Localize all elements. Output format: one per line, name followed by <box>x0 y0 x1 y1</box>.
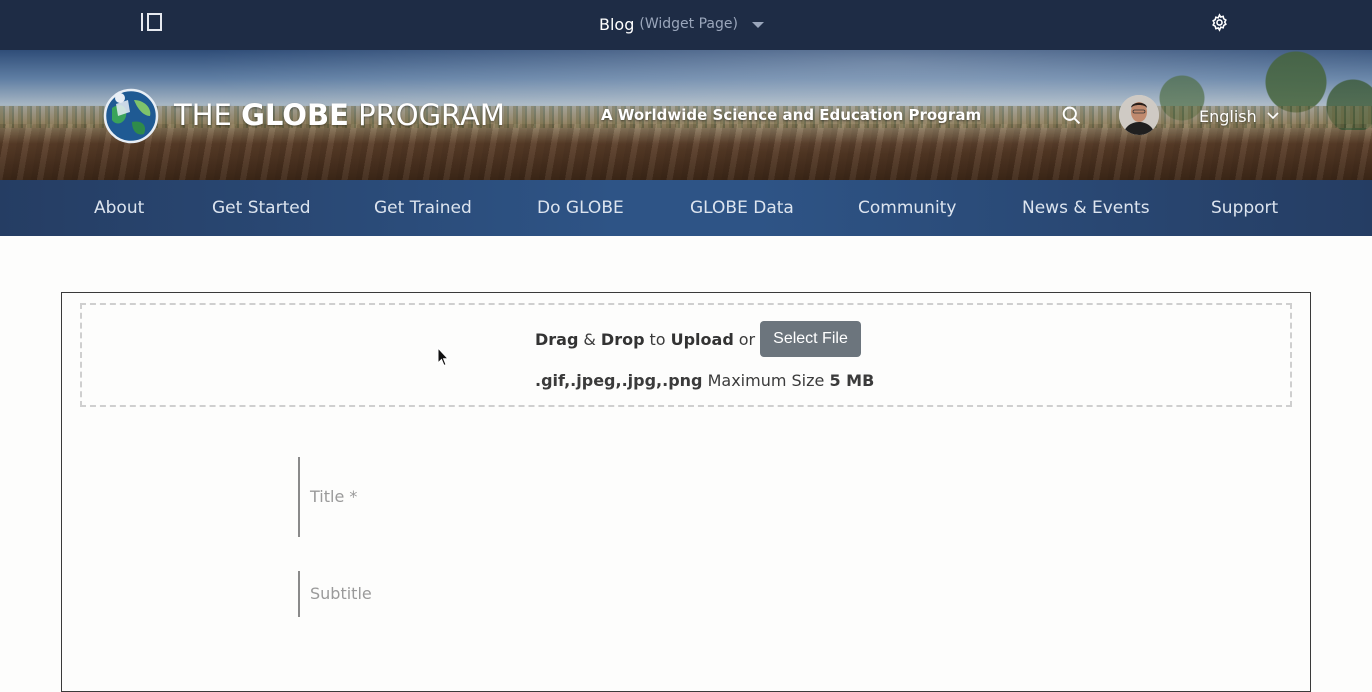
search-icon[interactable] <box>1061 105 1082 126</box>
nav-item-community[interactable]: Community <box>858 180 956 236</box>
blog-editor: Drag & Drop to Upload or Select File .gi… <box>61 292 1311 692</box>
brand-prefix: THE <box>174 98 242 132</box>
gear-icon[interactable] <box>1210 13 1229 32</box>
main-nav: About Get Started Get Trained Do GLOBE G… <box>0 180 1372 236</box>
nav-item-globe-data[interactable]: GLOBE Data <box>690 180 794 236</box>
file-constraints: .gif,.jpeg,.jpg,.png Maximum Size 5 MB <box>535 371 874 390</box>
page-title: Blog <box>599 14 635 34</box>
sidebar-toggle-icon[interactable] <box>141 13 163 31</box>
brand-bold: GLOBE <box>241 98 349 132</box>
chevron-down-icon <box>1267 112 1279 120</box>
image-dropzone[interactable]: Drag & Drop to Upload or Select File .gi… <box>80 303 1292 407</box>
control-bar: Blog (Widget Page) <box>0 0 1372 50</box>
language-label: English <box>1199 106 1257 126</box>
nav-item-support[interactable]: Support <box>1211 180 1278 236</box>
max-size-value: 5 MB <box>829 371 875 390</box>
drop-label: Drop <box>600 329 645 349</box>
user-avatar[interactable] <box>1119 95 1159 135</box>
language-selector[interactable]: English <box>1199 105 1279 127</box>
nav-item-about[interactable]: About <box>94 180 144 236</box>
subtitle-input[interactable]: Subtitle <box>298 571 1198 617</box>
max-size-label: Maximum Size <box>707 371 825 390</box>
drag-label: Drag <box>535 329 579 349</box>
page-type-label: (Widget Page) <box>639 16 738 32</box>
subtitle-placeholder: Subtitle <box>310 584 372 603</box>
title-placeholder: Title * <box>310 487 358 506</box>
dropzone-instructions: Drag & Drop to Upload or Select File <box>535 321 861 357</box>
or-label: or <box>738 329 756 349</box>
amp-label: & <box>583 329 596 349</box>
allowed-formats: .gif,.jpeg,.jpg,.png <box>535 371 703 390</box>
nav-item-do-globe[interactable]: Do GLOBE <box>537 180 624 236</box>
to-label: to <box>649 329 666 349</box>
brand-title[interactable]: THE GLOBE PROGRAM <box>174 98 505 132</box>
brand-suffix: PROGRAM <box>348 98 505 132</box>
nav-item-news-events[interactable]: News & Events <box>1022 180 1150 236</box>
tagline: A Worldwide Science and Education Progra… <box>601 106 982 124</box>
title-input[interactable]: Title * <box>298 457 1198 537</box>
caret-down-icon <box>751 22 764 28</box>
globe-logo-icon[interactable] <box>98 86 164 144</box>
mouse-cursor-icon <box>437 347 449 367</box>
upload-label: Upload <box>670 329 734 349</box>
select-file-button[interactable]: Select File <box>760 321 861 357</box>
nav-item-get-started[interactable]: Get Started <box>212 180 310 236</box>
page-selector[interactable]: Blog (Widget Page) <box>599 13 764 35</box>
nav-item-get-trained[interactable]: Get Trained <box>374 180 472 236</box>
